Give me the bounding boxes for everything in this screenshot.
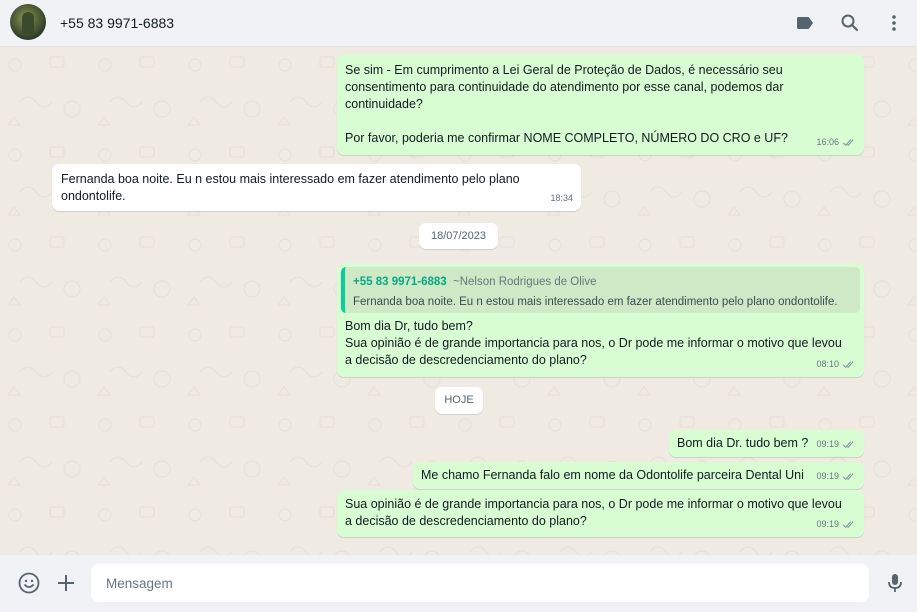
message-text-line: Fernanda boa noite. Eu n estou mais inte… (61, 172, 520, 186)
message-bubble-outgoing[interactable]: Me chamo Fernanda falo em nome da Odonto… (413, 462, 864, 489)
message-bubble-outgoing[interactable]: Sua opinião é de grande importancia para… (337, 490, 864, 537)
message-input-container[interactable] (91, 564, 869, 602)
message-text-line: Sua opinião é de grande importancia para… (345, 336, 842, 350)
message-text-line: Sua opinião é de grande importancia para… (345, 497, 842, 511)
message-time: 16:06 (816, 137, 839, 147)
message-text-line: Se sim - Em cumprimento a Lei Geral de P… (345, 63, 783, 77)
message-meta: 09:19 (816, 468, 856, 485)
message-time: 09:19 (816, 471, 839, 481)
message-bubble-incoming[interactable]: Fernanda boa noite. Eu n estou mais inte… (52, 164, 581, 211)
message-meta: 09:19 (816, 436, 856, 453)
read-ticks-icon (842, 139, 854, 147)
message-text-line: ondontolife. (61, 189, 126, 203)
read-ticks-icon (842, 441, 854, 449)
date-chip: 18/07/2023 (419, 223, 498, 249)
contact-avatar[interactable] (10, 4, 46, 40)
attach-icon[interactable] (54, 571, 78, 595)
read-ticks-icon (842, 521, 854, 529)
quoted-sender-alias: ~Nelson Rodrigues de Olive (453, 276, 597, 288)
message-meta: 16:06 (816, 134, 856, 151)
quoted-sender: +55 83 9971-6883 (353, 276, 447, 288)
message-time: 09:19 (816, 439, 839, 449)
date-chip: HOJE (435, 387, 483, 414)
message-bubble-outgoing[interactable]: +55 83 9971-6883 ~Nelson Rodrigues de Ol… (337, 263, 864, 377)
quoted-message[interactable]: +55 83 9971-6883 ~Nelson Rodrigues de Ol… (341, 267, 860, 313)
search-icon[interactable] (838, 11, 862, 35)
read-ticks-icon (842, 361, 854, 369)
message-text-line: consentimento para continuidade do atend… (345, 80, 784, 94)
message-text-line: Bom dia Dr. tudo bem ? (677, 436, 809, 450)
message-text-line: Me chamo Fernanda falo em nome da Odonto… (421, 468, 804, 482)
read-ticks-icon (842, 473, 854, 481)
message-text-line: a decisão de descredenciamento do plano? (345, 514, 587, 528)
message-text-line: Por favor, poderia me confirmar NOME COM… (345, 131, 788, 145)
emoji-icon[interactable] (17, 571, 41, 595)
contact-name[interactable]: +55 83 9971-6883 (60, 15, 174, 31)
quoted-text: Fernanda boa noite. Eu n estou mais inte… (353, 296, 838, 308)
message-meta: 09:19 (816, 516, 856, 533)
label-icon[interactable] (793, 11, 817, 35)
message-bubble-outgoing[interactable]: Bom dia Dr. tudo bem ? 09:19 (669, 430, 864, 457)
message-input[interactable] (91, 564, 869, 602)
message-time: 08:10 (816, 359, 839, 369)
message-text-line: continuidade? (345, 97, 423, 111)
message-time: 18:34 (550, 193, 573, 203)
composer-bar (0, 555, 917, 612)
chat-area[interactable]: Se sim - Em cumprimento a Lei Geral de P… (0, 47, 917, 555)
message-meta: 18:34 (550, 190, 573, 207)
message-text-line: a decisão de descredenciamento do plano? (345, 353, 587, 367)
message-time: 09:19 (816, 519, 839, 529)
message-text-line: Bom dia Dr, tudo bem? (345, 319, 473, 333)
menu-icon[interactable] (882, 11, 906, 35)
chat-header: +55 83 9971-6883 (0, 0, 917, 47)
message-bubble-outgoing[interactable]: Se sim - Em cumprimento a Lei Geral de P… (337, 54, 864, 155)
microphone-icon[interactable] (883, 571, 907, 595)
message-meta: 08:10 (816, 356, 856, 373)
